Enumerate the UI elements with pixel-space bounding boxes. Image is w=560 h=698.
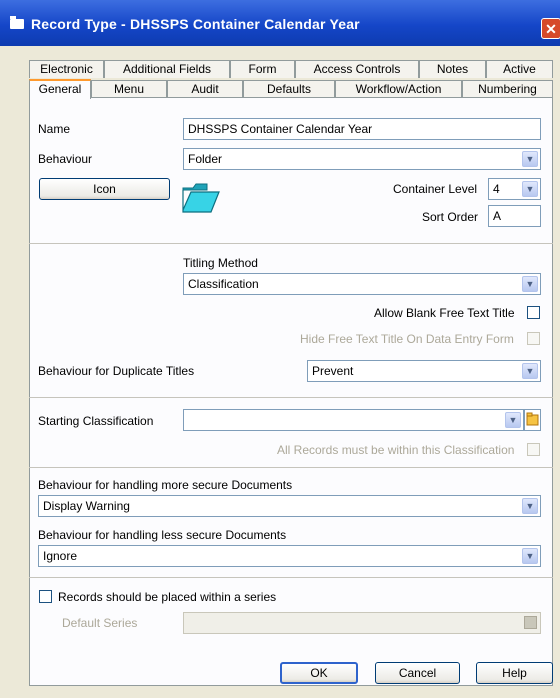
separator [29, 243, 553, 244]
chevron-down-icon[interactable]: ▼ [505, 412, 521, 428]
folder-icon [526, 412, 539, 426]
container-level-value: 4 [493, 182, 500, 196]
tab-electronic[interactable]: Electronic [29, 60, 104, 78]
less-secure-select[interactable]: Ignore ▼ [38, 545, 541, 567]
starting-classification-label: Starting Classification [38, 414, 154, 428]
duplicate-titles-select[interactable]: Prevent ▼ [307, 360, 541, 382]
chevron-down-icon[interactable]: ▼ [522, 498, 538, 514]
container-level-label: Container Level [393, 182, 478, 196]
tab-menu[interactable]: Menu [91, 80, 167, 98]
tab-numbering[interactable]: Numbering [462, 80, 553, 98]
tab-form[interactable]: Form [230, 60, 295, 78]
name-input[interactable]: DHSSPS Container Calendar Year [183, 118, 541, 140]
series-label: Records should be placed within a series [58, 590, 277, 604]
less-secure-value: Ignore [43, 549, 78, 563]
chevron-down-icon[interactable]: ▼ [522, 276, 538, 292]
series-checkbox[interactable] [39, 590, 52, 603]
default-series-field [183, 612, 541, 634]
tab-notes[interactable]: Notes [419, 60, 486, 78]
chevron-down-icon[interactable]: ▼ [522, 548, 538, 564]
window-title: Record Type - DHSSPS Container Calendar … [31, 16, 360, 32]
tab-defaults[interactable]: Defaults [243, 80, 335, 98]
starting-classification-select[interactable]: ▼ [183, 409, 524, 431]
tab-workflow-action[interactable]: Workflow/Action [335, 80, 462, 98]
hide-free-text-checkbox[interactable] [527, 332, 540, 345]
close-button[interactable]: ✕ [541, 18, 560, 39]
titling-method-select[interactable]: Classification ▼ [183, 273, 541, 295]
more-secure-select[interactable]: Display Warning ▼ [38, 495, 541, 517]
allow-blank-label: Allow Blank Free Text Title [374, 306, 515, 320]
behaviour-label: Behaviour [38, 152, 93, 166]
behaviour-value: Folder [188, 152, 223, 166]
duplicate-titles-label: Behaviour for Duplicate Titles [38, 364, 195, 378]
hide-free-text-label: Hide Free Text Title On Data Entry Form [300, 332, 514, 346]
icon-button[interactable]: Icon [39, 178, 170, 200]
less-secure-label: Behaviour for handling less secure Docum… [38, 528, 287, 542]
more-secure-value: Display Warning [43, 499, 130, 513]
titling-method-label: Titling Method [183, 256, 258, 270]
more-secure-label: Behaviour for handling more secure Docum… [38, 478, 293, 492]
help-button[interactable]: Help [476, 662, 553, 684]
all-records-checkbox[interactable] [527, 443, 540, 456]
tab-general[interactable]: General [29, 79, 91, 99]
browse-series-button [524, 616, 537, 629]
container-level-select[interactable]: 4 ▼ [488, 178, 541, 200]
tab-access-controls[interactable]: Access Controls [295, 60, 419, 78]
browse-classification-button[interactable] [524, 409, 541, 431]
all-records-label: All Records must be within this Classifi… [277, 443, 515, 457]
tab-audit[interactable]: Audit [167, 80, 243, 98]
title-bar[interactable]: Record Type - DHSSPS Container Calendar … [0, 0, 560, 46]
sort-order-input[interactable]: A [488, 205, 541, 227]
behaviour-select[interactable]: Folder ▼ [183, 148, 541, 170]
ok-button[interactable]: OK [280, 662, 358, 684]
sort-order-label: Sort Order [422, 210, 479, 224]
tab-additional-fields[interactable]: Additional Fields [104, 60, 230, 78]
folder-icon [182, 183, 220, 213]
chevron-down-icon[interactable]: ▼ [522, 151, 538, 167]
default-series-label: Default Series [62, 616, 138, 630]
separator [29, 397, 553, 398]
name-label: Name [38, 122, 71, 136]
tab-active[interactable]: Active [486, 60, 553, 78]
allow-blank-checkbox[interactable] [527, 306, 540, 319]
record-type-icon [10, 16, 24, 29]
chevron-down-icon[interactable]: ▼ [522, 363, 538, 379]
separator [29, 467, 553, 468]
cancel-button[interactable]: Cancel [375, 662, 460, 684]
duplicate-titles-value: Prevent [312, 364, 354, 378]
separator [29, 577, 553, 578]
titling-method-value: Classification [188, 277, 259, 291]
chevron-down-icon[interactable]: ▼ [522, 181, 538, 197]
